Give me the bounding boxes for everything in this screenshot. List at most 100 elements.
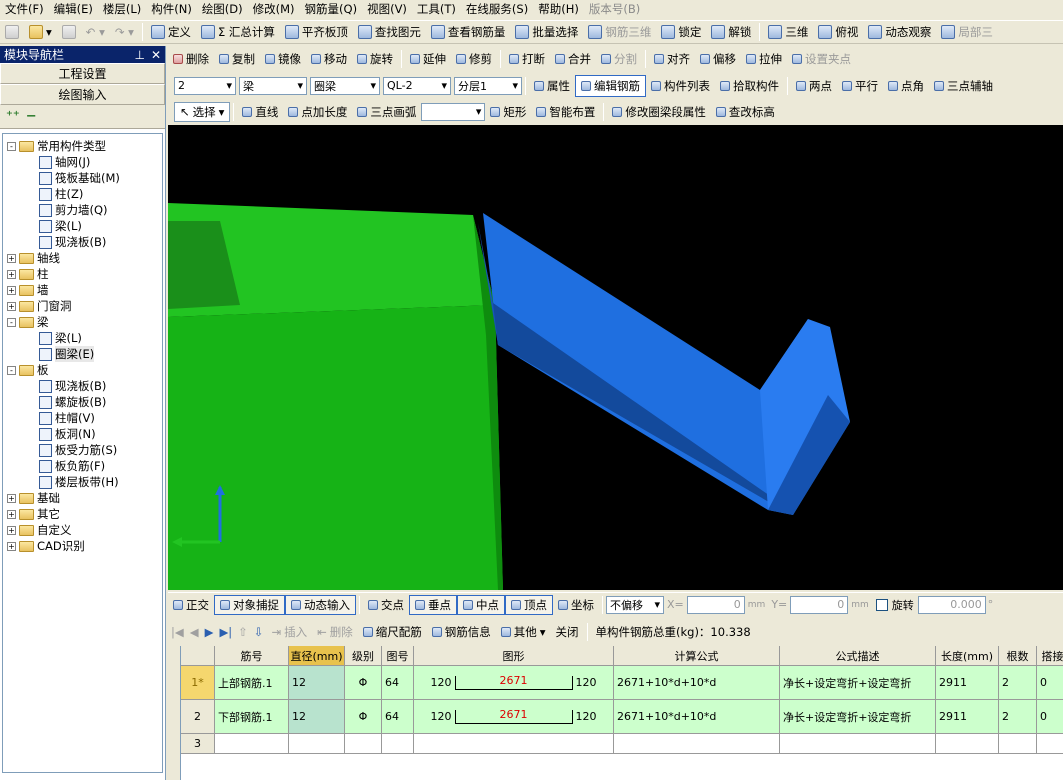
menu-item[interactable]: 视图(V) (362, 0, 412, 19)
tree-node[interactable]: + CAD识别 (7, 538, 85, 554)
column-header[interactable]: 搭接 (1037, 646, 1063, 666)
cell-shape[interactable] (414, 734, 614, 754)
edit-button[interactable]: 合并 (550, 48, 596, 70)
cell-diameter[interactable]: 12 (289, 666, 345, 700)
menu-item[interactable]: 钢筋量(Q) (300, 0, 363, 19)
draw-button[interactable]: 直线 (237, 101, 283, 123)
cell-grade[interactable]: Φ (345, 666, 382, 700)
menu-item[interactable]: 帮助(H) (533, 0, 584, 19)
tree-node[interactable]: 筏板基础(M) (39, 170, 120, 186)
tree-node[interactable]: + 基础 (7, 490, 60, 506)
toolbar-button[interactable]: 动态观察 (863, 21, 936, 43)
edit-button[interactable]: 打断 (504, 48, 550, 70)
edit-button[interactable]: 删除 (168, 48, 214, 70)
cell-lap[interactable]: 0 (1037, 666, 1063, 700)
offset-mode-select[interactable]: 不偏移 ▾ (606, 595, 664, 614)
component-button[interactable]: 拾取构件 (715, 75, 784, 97)
select-button[interactable]: ↖ 选择 ▾ (174, 101, 231, 122)
component-select[interactable]: QL-2 ▾ (383, 76, 451, 95)
new-file-button[interactable] (0, 21, 24, 43)
cell-diameter[interactable] (289, 734, 345, 754)
cell-shape[interactable]: 120 2671 120 (414, 700, 614, 734)
expand-toggle-icon[interactable]: + (7, 525, 16, 535)
component-button[interactable]: 编辑钢筋 (575, 74, 646, 97)
menu-item[interactable]: 工具(T) (412, 0, 461, 19)
toolbar-button[interactable]: 定义 (146, 21, 196, 43)
expand-toggle-icon[interactable]: + (7, 269, 16, 279)
tree-node[interactable]: 圈梁(E) (39, 346, 95, 362)
tree-node[interactable]: 板负筋(F) (39, 458, 105, 474)
close-icon[interactable]: ✕ (151, 48, 161, 62)
edit-button[interactable]: 拉伸 (741, 48, 787, 70)
tree-node[interactable]: 板洞(N) (39, 426, 96, 442)
toolbar-button[interactable]: Σ 汇总计算 (196, 21, 280, 43)
open-file-button[interactable]: ▾ (24, 21, 57, 43)
tree-node[interactable]: + 柱 (7, 266, 49, 282)
snap-button[interactable]: 正交 (168, 595, 214, 615)
draw-button[interactable]: 点加长度 (283, 101, 352, 123)
column-header[interactable]: 公式描述 (780, 646, 936, 666)
x-input[interactable]: 0 (686, 595, 745, 614)
prev-record-button[interactable]: ◀ (187, 621, 202, 643)
tree-node[interactable]: 柱帽(V) (39, 410, 95, 426)
cell-length[interactable]: 2911 (936, 700, 999, 734)
toolbar-button[interactable]: 平齐板顶 (280, 21, 353, 43)
tree-node[interactable]: 现浇板(B) (39, 378, 106, 394)
layer-select[interactable]: 分层1 ▾ (454, 76, 522, 95)
expand-toggle-icon[interactable]: - (7, 317, 16, 327)
tree-node[interactable]: + 墙 (7, 282, 49, 298)
arc-mode-select[interactable]: ▾ (421, 102, 486, 121)
snap-button[interactable]: 交点 (363, 595, 409, 615)
snap-button[interactable]: 对象捕捉 (214, 594, 285, 615)
tree-node[interactable]: 梁(L) (39, 218, 82, 234)
column-header[interactable]: 长度(mm) (936, 646, 999, 666)
component-button[interactable]: 平行 (837, 75, 883, 97)
cell-description[interactable]: 净长+设定弯折+设定弯折 (780, 700, 936, 734)
tree-node[interactable]: 板受力筋(S) (39, 442, 117, 458)
component-button[interactable]: 点角 (883, 75, 929, 97)
cell-bar-name[interactable]: 下部钢筋.1 (215, 700, 289, 734)
redo-button[interactable]: ↷ ▾ (110, 21, 139, 43)
snap-button[interactable]: 中点 (457, 594, 505, 615)
component-button[interactable]: 属性 (529, 75, 575, 97)
insert-row-button[interactable]: ⇥ 插入 (266, 621, 312, 643)
cell-count[interactable] (999, 734, 1037, 754)
expand-toggle-icon[interactable]: + (7, 285, 16, 295)
tree-node[interactable]: + 轴线 (7, 250, 60, 266)
cell-shape[interactable]: 120 2671 120 (414, 666, 614, 700)
last-record-button[interactable]: ▶| (216, 621, 235, 643)
table-row[interactable]: 3 (181, 734, 1063, 754)
subtype-select[interactable]: 圈梁 ▾ (310, 76, 380, 95)
toolbar-button[interactable]: 查看钢筋量 (426, 21, 511, 43)
component-button[interactable]: 三点辅轴 (929, 75, 998, 97)
tree-node[interactable]: 螺旋板(B) (39, 394, 106, 410)
close-grid-button[interactable]: 关闭 (551, 621, 584, 643)
expand-toggle-icon[interactable]: + (7, 509, 16, 519)
toolbar-button[interactable]: 局部三 (936, 21, 998, 43)
column-header[interactable]: 直径(mm) (289, 646, 345, 666)
column-header[interactable]: 级别 (345, 646, 382, 666)
tree-node[interactable]: + 自定义 (7, 522, 72, 538)
draw-button[interactable]: 查改标高 (711, 101, 780, 123)
cell-figure-no[interactable]: 64 (382, 700, 414, 734)
toolbar-button[interactable]: 钢筋三维 (583, 21, 656, 43)
cell-length[interactable]: 2911 (936, 666, 999, 700)
cell-grade[interactable] (345, 734, 382, 754)
tree-node[interactable]: - 常用构件类型 (7, 138, 106, 154)
toolbar-button[interactable]: 解锁 (706, 21, 756, 43)
rotate-input[interactable]: 0.000 (917, 595, 986, 614)
save-button[interactable] (57, 21, 81, 43)
menu-item[interactable]: 版本号(B) (584, 0, 645, 19)
edit-button[interactable]: 分割 (596, 48, 642, 70)
menu-item[interactable]: 绘图(D) (197, 0, 248, 19)
edit-button[interactable]: 对齐 (649, 48, 695, 70)
cell-count[interactable]: 2 (999, 700, 1037, 734)
tree-node[interactable]: 柱(Z) (39, 186, 83, 202)
tree-node[interactable]: + 门窗洞 (7, 298, 72, 314)
tree-node[interactable]: 现浇板(B) (39, 234, 106, 250)
collapse-all-icon[interactable]: − (26, 109, 37, 124)
toolbar-button[interactable]: 批量选择 (510, 21, 583, 43)
expand-toggle-icon[interactable]: + (7, 493, 16, 503)
expand-toggle-icon[interactable]: + (7, 301, 16, 311)
cell-description[interactable]: 净长+设定弯折+设定弯折 (780, 666, 936, 700)
